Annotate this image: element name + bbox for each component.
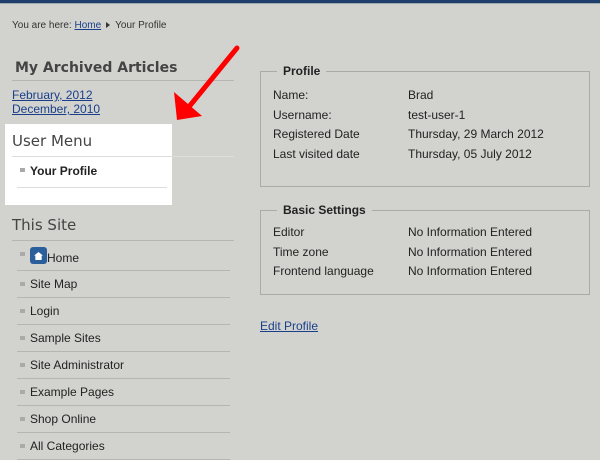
- red-arrow-annotation-icon: [174, 45, 240, 120]
